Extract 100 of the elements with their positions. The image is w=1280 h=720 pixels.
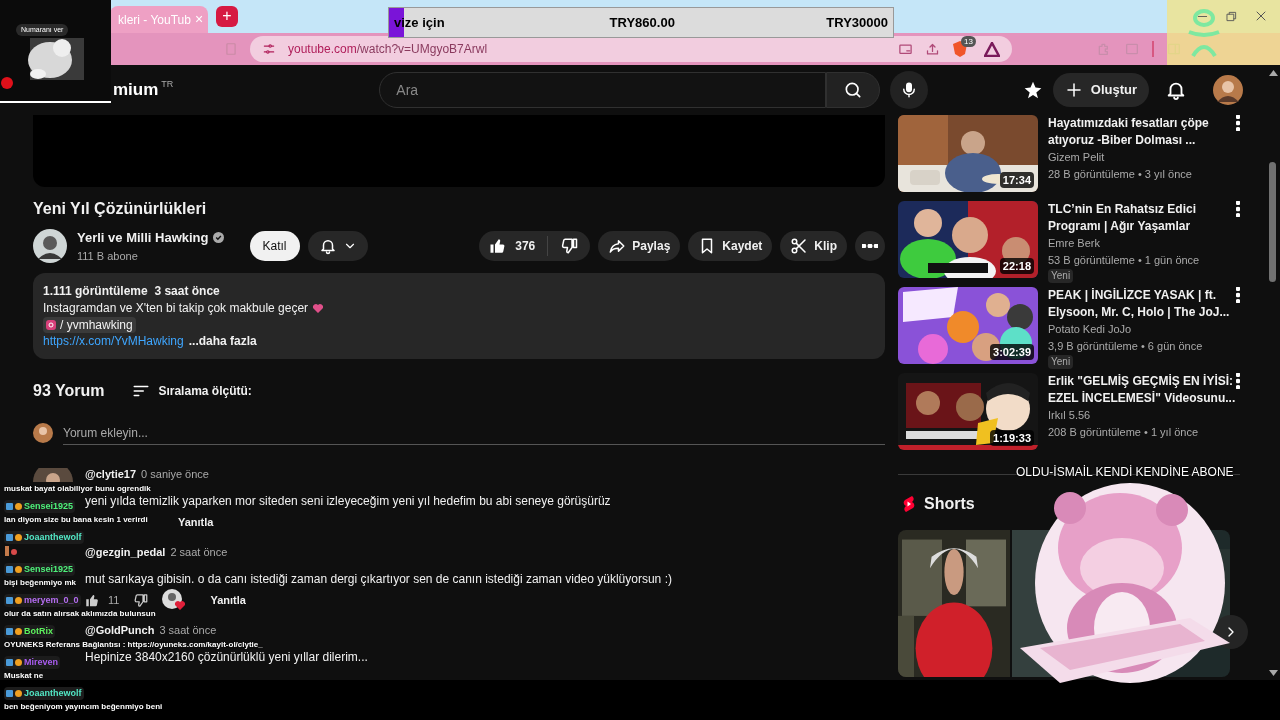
chat-message: Muskat ne	[4, 670, 44, 681]
camera-icon	[46, 320, 56, 330]
more-icon[interactable]	[1236, 287, 1240, 303]
channel-name[interactable]: Emre Berk	[1048, 235, 1240, 252]
share-icon[interactable]	[925, 41, 940, 57]
view-stats: 1.111 görüntüleme 3 saat önce	[43, 283, 221, 300]
instagram-link[interactable]: / yvmhawking	[43, 317, 136, 333]
avatar[interactable]	[1213, 75, 1243, 105]
more-icon[interactable]	[1236, 373, 1240, 389]
comment-count: 93 Yorum	[33, 381, 105, 401]
close-icon[interactable]	[1255, 10, 1267, 22]
video-meta: 3,9 B görüntüleme • 6 gün önce	[1048, 339, 1204, 354]
video-title[interactable]: Programı | Ağır Yaşamlar	[1048, 218, 1196, 235]
description-panel[interactable]: 1.111 görüntüleme 3 saat önce Instagramdan ve X'ten bi takip çok makbule geçer / yvmhawking https://x.com/YvMHawking ...daha fazla	[33, 273, 885, 359]
comment-text: mut sarıkaya gibisin. o da canı istediği zaman dergi çıkartıyor sen de canın istediği zaman video yüklüyorsun :)	[85, 572, 672, 586]
channel-name[interactable]: Gizem Pelit	[1048, 149, 1240, 166]
video-title: Yeni Yıl Çözünürlükleri	[33, 199, 208, 219]
goal-target: TRY30000	[826, 13, 888, 32]
notification-button[interactable]	[307, 231, 368, 261]
search-field[interactable]: Ara	[379, 72, 827, 108]
chat-badge-icon	[6, 690, 22, 697]
video-title[interactable]: Elysoon, Mr. C, Holo | The JoJ...	[1048, 304, 1230, 321]
chat-message: bişi beğenmiyo mk	[4, 577, 77, 588]
video-meta: 28 B görüntüleme • 3 yıl önce	[1048, 167, 1193, 182]
new-badge: Yeni	[1048, 355, 1074, 369]
triangle-icon[interactable]	[984, 41, 1000, 57]
new-badge: Yeni	[1048, 269, 1074, 283]
scissors-icon	[790, 237, 809, 255]
comment-author[interactable]: @clytie17	[85, 468, 137, 480]
thumbs-down-icon[interactable]	[133, 592, 149, 608]
action-button[interactable]: Kaydet	[688, 231, 773, 261]
scroll-down-icon[interactable]	[1269, 670, 1278, 676]
scroll-up-icon[interactable]	[1269, 70, 1278, 76]
comment-author[interactable]: @GoldPunch	[85, 624, 155, 636]
more-icon[interactable]	[1236, 115, 1240, 131]
channel-name[interactable]: Yerli ve Milli Hawking	[77, 228, 209, 248]
chat-message: olur da satın alırsak aklımızda bulunsun	[4, 608, 156, 619]
comment-time: 2 saat önce	[170, 546, 228, 558]
video-title[interactable]: PEAK | İNGİLİZCE YASAK | ft.	[1048, 287, 1230, 304]
chat-badge-icon	[6, 534, 22, 541]
thumbs-up-icon[interactable]	[85, 592, 100, 608]
comment-text: Hepinize 3840x2160 çözünürlüklü yeni yıllar dilerim...	[85, 650, 368, 664]
url-text: youtube.com/watch?v=UMgyoB7Arwl	[288, 41, 488, 58]
avatar	[33, 423, 53, 443]
channel-name[interactable]: Irkıl 5.56	[1048, 407, 1240, 424]
chat-badge-icon	[6, 628, 22, 635]
channel-name[interactable]: Potato Kedi JoJo	[1048, 321, 1240, 338]
chat-message: ben beğeniyom yayıncım beğenmiyo beni	[4, 701, 163, 712]
more-button[interactable]	[855, 231, 885, 261]
show-more-link[interactable]: ...daha fazla	[188, 333, 257, 350]
video-meta: 53 B görüntüleme • 1 gün önce	[1048, 253, 1201, 268]
mic-button[interactable]	[890, 71, 929, 109]
chat-message: OYUNEKS Referans Bağlantısı : https://oyuneks.com/kayit-ol/clytie_	[4, 639, 263, 650]
tab-title: kleri - YouTub	[118, 11, 191, 29]
video-title[interactable]: atıyoruz -Biber Dolması ...	[1048, 132, 1209, 149]
plus-icon	[1064, 81, 1083, 99]
emote-icon	[4, 545, 18, 557]
video-title[interactable]: Hayatımızdaki fesatları çöpe	[1048, 115, 1209, 132]
logo-text[interactable]: mium	[113, 77, 159, 103]
video-title[interactable]: EZEL İNCELEMESİ" Videosunu...	[1048, 390, 1236, 407]
scrollbar-thumb[interactable]	[1269, 162, 1276, 282]
action-button[interactable]: Klip	[780, 231, 847, 261]
share-icon	[608, 237, 627, 255]
video-title[interactable]: TLC’nin En Rahatsız Edici	[1048, 201, 1196, 218]
commenter-avatar[interactable]	[33, 468, 73, 482]
cast-icon[interactable]	[898, 41, 913, 57]
figure-logo-icon	[1185, 8, 1223, 58]
tune-icon[interactable]	[262, 42, 276, 56]
sort-button[interactable]: Sıralama ölçütü:	[132, 382, 252, 400]
heart-icon	[312, 303, 325, 314]
thumbs-down-icon	[560, 237, 579, 255]
create-button[interactable]: Oluştur	[1052, 73, 1149, 107]
restore-icon[interactable]	[1226, 10, 1237, 22]
comment-field[interactable]: Yorum ekleyin...	[63, 421, 885, 445]
comment-time: 0 saniye önce	[141, 468, 209, 480]
bell-icon	[318, 237, 337, 255]
address-bar[interactable]: youtube.com/watch?v=UMgyoB7Arwl 13	[250, 36, 1012, 62]
section-title: Shorts	[924, 494, 975, 514]
chat-message: lan diyom size bu bana kesin 1 verirdi	[4, 514, 148, 525]
video-title[interactable]: Erlik "GELMİŞ GEÇMİŞ EN İYİSİ:	[1048, 373, 1236, 390]
search-button[interactable]	[826, 72, 881, 108]
join-button[interactable]: Katıl	[249, 231, 300, 261]
chat-badge-icon	[6, 659, 22, 666]
overlay-caption: OLDU-İSMAİL KENDİ KENDİNE ABONE	[1016, 464, 1234, 481]
more-icon[interactable]	[1236, 201, 1240, 217]
chat-badge-icon	[6, 503, 22, 510]
reply-button[interactable]: Yanıtla	[210, 591, 246, 609]
profile-link[interactable]: https://x.com/YvMHawking	[43, 333, 184, 350]
description-text: Instagramdan ve X'ten bi takip çok makbule geçer	[43, 300, 309, 317]
reply-button[interactable]: Yanıtla	[178, 513, 214, 531]
chat-badge-icon	[6, 566, 22, 573]
action-button[interactable]: Paylaş	[598, 231, 681, 261]
country-code: TR	[161, 78, 174, 91]
more-icon	[862, 244, 878, 248]
new-tab-button[interactable]: +	[216, 6, 238, 27]
chat-message: muskat bayat olabiliyor bunu ogrendik	[4, 483, 151, 494]
sparkle-icon[interactable]	[1022, 80, 1043, 100]
like-count: 11	[108, 592, 120, 608]
comment-author[interactable]: @gezgin_pedal	[85, 546, 166, 558]
channel-avatar[interactable]	[33, 229, 67, 263]
